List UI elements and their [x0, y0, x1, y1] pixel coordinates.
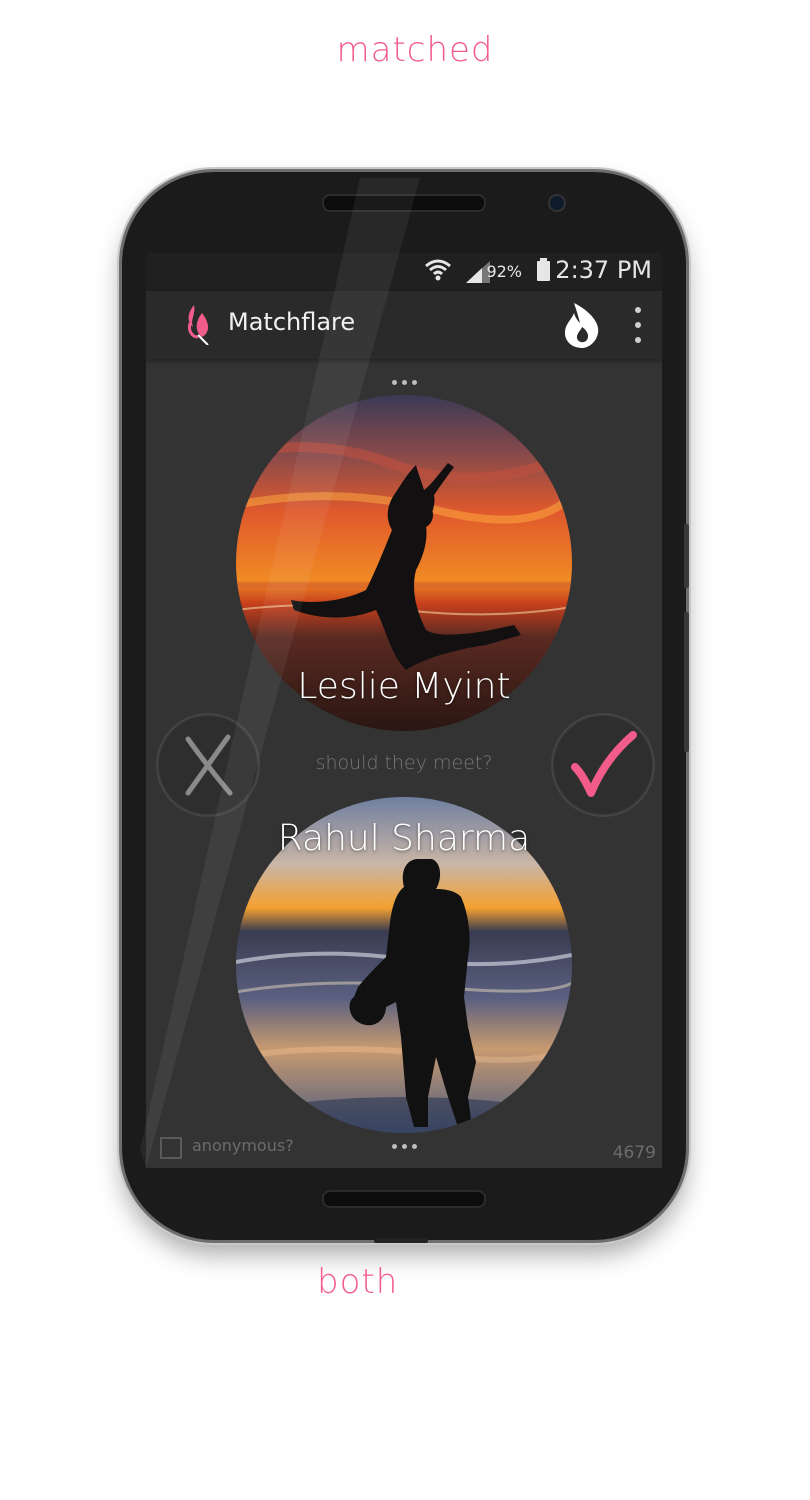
- battery-percentage: 92%: [486, 262, 522, 281]
- caption-matched: matched: [336, 30, 494, 70]
- status-bar: 92% 2:37 PM: [146, 253, 662, 291]
- bottom-speaker: [322, 1190, 486, 1208]
- match-counter: 4679: [612, 1143, 656, 1163]
- app-screen: 92% 2:37 PM Matchflare Leslie Myint shou…: [146, 253, 662, 1168]
- drag-handle-bottom[interactable]: [392, 1142, 432, 1152]
- caption-both: both: [317, 1262, 399, 1302]
- power-button: [684, 524, 689, 588]
- matchflare-logo-icon: [188, 305, 209, 345]
- profile-name-bottom: Rahul Sharma: [277, 818, 531, 859]
- wifi-icon: [425, 259, 451, 281]
- volume-button: [684, 612, 689, 752]
- app-bar: Matchflare: [146, 291, 662, 359]
- front-camera: [548, 194, 566, 212]
- profile-name-top: Leslie Myint: [297, 666, 511, 707]
- flame-icon[interactable]: [560, 301, 604, 349]
- anonymous-label: anonymous?: [192, 1136, 294, 1155]
- anonymous-checkbox[interactable]: [160, 1137, 182, 1159]
- accept-button[interactable]: [551, 713, 655, 817]
- overflow-menu-icon[interactable]: [632, 305, 644, 345]
- app-title: Matchflare: [228, 308, 356, 336]
- checkmark-icon: [571, 731, 637, 797]
- earpiece-speaker: [322, 194, 486, 212]
- charging-port: [374, 1238, 428, 1243]
- drag-handle-top[interactable]: [392, 378, 432, 388]
- battery-icon: [537, 258, 550, 281]
- status-time: 2:37 PM: [555, 256, 652, 284]
